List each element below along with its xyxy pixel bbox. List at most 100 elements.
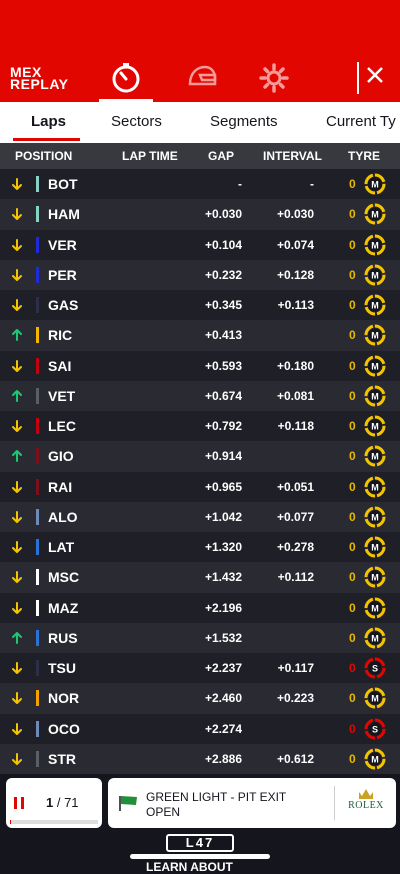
- tyre-laps: 0: [349, 298, 356, 312]
- svg-text:M: M: [371, 331, 379, 341]
- gap-value: +2.460: [204, 691, 242, 706]
- arrow-down-icon: [12, 178, 22, 190]
- interval-value: -: [310, 177, 314, 191]
- tyre-laps: 0: [349, 358, 356, 373]
- driver-code: MAZ: [48, 599, 79, 616]
- svg-text:M: M: [371, 573, 379, 583]
- interval-value: +0.030: [276, 207, 314, 222]
- gap-value: +0.914: [204, 449, 242, 464]
- table-row[interactable]: NOR +2.460 +0.223 0 M: [0, 683, 400, 714]
- sponsor-text: ROLEX: [348, 800, 384, 811]
- table-row[interactable]: LEC +0.792 +0.118 0 M: [0, 411, 400, 442]
- team-color-bar: [36, 206, 39, 223]
- table-row[interactable]: RIC +0.413 0 M: [0, 320, 400, 351]
- table-row[interactable]: VET +0.674 +0.081 0 M: [0, 380, 400, 411]
- svg-text:M: M: [371, 603, 379, 613]
- gap-value: +0.593: [204, 358, 242, 373]
- medium-tyre-icon: M: [364, 294, 386, 316]
- helmet-icon[interactable]: [186, 62, 218, 94]
- arrow-down-icon: [12, 722, 22, 735]
- gap-value: +2.886: [204, 751, 242, 766]
- driver-code: BOT: [48, 176, 78, 192]
- mex-replay-logo: MEX REPLAY: [10, 65, 69, 91]
- tab-segments[interactable]: Segments: [210, 113, 278, 130]
- svg-text:M: M: [371, 482, 379, 492]
- table-row[interactable]: GIO +0.914 0 M: [0, 441, 400, 472]
- gap-value: +1.042: [204, 509, 242, 524]
- lap-badge: L47: [166, 834, 234, 852]
- total-laps: 71: [64, 795, 79, 810]
- home-indicator[interactable]: [130, 854, 270, 859]
- tab-laps[interactable]: Laps: [31, 113, 66, 130]
- table-row[interactable]: LAT +1.320 +0.278 0 M: [0, 532, 400, 563]
- race-control-message: GREEN LIGHT - PIT EXIT OPEN ROLEX: [108, 778, 396, 828]
- arrow-down-icon: [12, 299, 22, 311]
- medium-tyre-icon: M: [364, 234, 386, 255]
- table-row[interactable]: OCO +2.274 0 S: [0, 713, 400, 744]
- svg-text:M: M: [371, 512, 379, 522]
- gap-value: +0.792: [204, 419, 242, 433]
- arrow-down-icon: [12, 268, 22, 281]
- table-row[interactable]: GAS +0.345 +0.113 0 M: [0, 290, 400, 321]
- arrow-down-icon: [12, 420, 22, 432]
- table-row[interactable]: PER +0.232 +0.128 0 M: [0, 259, 400, 290]
- medium-tyre-icon: M: [364, 445, 386, 467]
- gap-value: +0.030: [204, 207, 242, 222]
- table-row[interactable]: HAM +0.030 +0.030 0 M: [0, 199, 400, 230]
- team-color-bar: [36, 690, 39, 707]
- svg-text:M: M: [371, 240, 379, 250]
- svg-text:M: M: [371, 633, 379, 643]
- team-color-bar: [36, 720, 39, 737]
- header-divider: [357, 62, 359, 94]
- learn-about-text[interactable]: LEARN ABOUT: [146, 860, 233, 874]
- table-row[interactable]: BOT - - 0 M: [0, 169, 400, 200]
- svg-text:S: S: [372, 724, 378, 734]
- arrow-up-icon: [12, 329, 22, 342]
- table-row[interactable]: VER +0.104 +0.074 0 M: [0, 229, 400, 260]
- svg-text:M: M: [371, 543, 379, 553]
- race-progress-bar[interactable]: [10, 820, 98, 824]
- arrow-down-icon: [12, 238, 22, 251]
- table-row[interactable]: MAZ +2.196 0 M: [0, 592, 400, 623]
- driver-code: TSU: [48, 660, 76, 676]
- arrow-up-icon: [12, 389, 22, 402]
- gap-value: +0.345: [204, 298, 242, 312]
- team-color-bar: [36, 357, 39, 374]
- svg-text:M: M: [371, 391, 379, 401]
- svg-text:M: M: [371, 301, 379, 311]
- tyre-laps: 0: [349, 267, 356, 282]
- interval-value: +0.612: [276, 751, 314, 766]
- gear-icon[interactable]: [258, 62, 290, 94]
- arrow-up-icon: [12, 450, 22, 463]
- stopwatch-icon[interactable]: [99, 62, 153, 102]
- close-button[interactable]: [364, 64, 386, 86]
- table-row[interactable]: MSC +1.432 +0.112 0 M: [0, 562, 400, 593]
- arrow-down-icon: [12, 480, 22, 493]
- driver-code: RUS: [48, 629, 78, 646]
- table-row[interactable]: TSU +2.237 +0.117 0 S: [0, 653, 400, 684]
- arrow-down-icon: [12, 662, 22, 674]
- tyre-laps: 0: [349, 540, 356, 554]
- tab-current-tyre[interactable]: Current Ty: [326, 113, 396, 130]
- tab-sectors[interactable]: Sectors: [111, 113, 162, 130]
- pause-icon[interactable]: [12, 796, 26, 810]
- tyre-laps: 0: [349, 661, 356, 675]
- soft-tyre-icon: S: [364, 718, 386, 739]
- table-row[interactable]: RUS +1.532 0 M: [0, 622, 400, 653]
- table-row[interactable]: SAI +0.593 +0.180 0 M: [0, 350, 400, 381]
- table-row[interactable]: ALO +1.042 +0.077 0 M: [0, 501, 400, 532]
- medium-tyre-icon: M: [364, 476, 386, 497]
- table-row[interactable]: RAI +0.965 +0.051 0 M: [0, 471, 400, 502]
- gap-value: +1.320: [204, 540, 242, 554]
- team-color-bar: [36, 539, 39, 555]
- arrow-down-icon: [12, 541, 22, 553]
- team-color-bar: [36, 387, 39, 404]
- playback-control[interactable]: 1 / 71: [6, 778, 102, 828]
- team-color-bar: [36, 629, 39, 646]
- tyre-laps: 0: [349, 237, 356, 252]
- svg-text:M: M: [371, 694, 379, 704]
- close-icon: [367, 67, 383, 83]
- table-row[interactable]: STR +2.886 +0.612 0 M: [0, 743, 400, 774]
- svg-text:M: M: [371, 452, 379, 462]
- message-divider: [334, 786, 335, 820]
